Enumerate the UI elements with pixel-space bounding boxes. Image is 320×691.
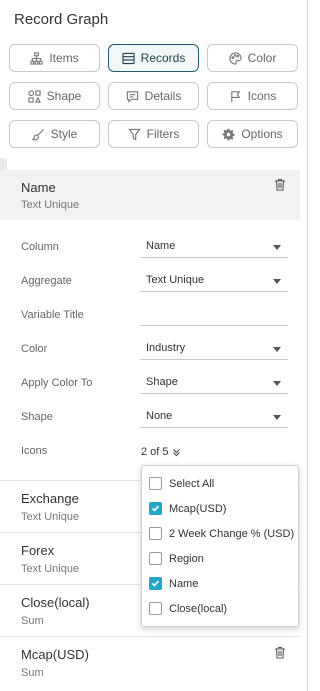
column-value: Name	[146, 240, 176, 252]
icons-value: 2 of 5	[141, 446, 169, 458]
record-item-mcap-usd[interactable]: Mcap(USD)	[21, 647, 89, 662]
column-select[interactable]: Name	[140, 236, 288, 258]
aggregate-label: Aggregate	[21, 275, 72, 287]
checkmark-icon	[151, 505, 160, 512]
variable-title-input[interactable]	[140, 304, 288, 326]
apply-color-to-select[interactable]: Shape	[140, 372, 288, 394]
aggregate-value: Text Unique	[146, 274, 205, 286]
option-close-local[interactable]: Close(local)	[149, 602, 227, 615]
selected-record-header[interactable]	[0, 170, 300, 220]
column-label: Column	[21, 241, 59, 253]
option-mcap-usd[interactable]: Mcap(USD)	[149, 502, 226, 515]
gear-icon	[222, 128, 235, 140]
divider	[0, 636, 300, 637]
double-chevron-down-icon	[172, 448, 180, 456]
tab-color[interactable]: Color	[207, 44, 298, 72]
tab-filters-label: Filters	[146, 127, 180, 141]
tab-style-label: Style	[50, 127, 78, 141]
option-label: Mcap(USD)	[169, 502, 227, 515]
color-value: Industry	[146, 342, 186, 354]
tab-style[interactable]: Style	[9, 120, 100, 148]
chevron-down-icon	[273, 279, 281, 284]
selected-record-aggregate: Text Unique	[21, 199, 80, 211]
apply-color-to-value: Shape	[146, 376, 178, 388]
record-item-close-local[interactable]: Close(local)	[21, 595, 90, 610]
details-icon	[126, 90, 138, 103]
color-select[interactable]: Industry	[140, 338, 288, 360]
brush-icon	[31, 128, 44, 140]
tab-options[interactable]: Options	[207, 120, 298, 148]
palette-icon	[229, 51, 242, 65]
tab-items-label: Items	[49, 51, 79, 65]
option-label: Close(local)	[169, 602, 228, 615]
chevron-down-icon	[273, 381, 281, 386]
option-2-week-change[interactable]: 2 Week Change % (USD)	[149, 527, 294, 540]
aggregate-select[interactable]: Text Unique	[140, 270, 288, 292]
panel-title: Record Graph	[14, 11, 109, 28]
chevron-down-icon	[273, 415, 281, 420]
tab-shape-label: Shape	[46, 89, 82, 103]
trash-icon[interactable]	[274, 178, 286, 191]
checkbox[interactable]	[149, 552, 162, 565]
shape-label: Shape	[21, 411, 53, 423]
checkbox-checked[interactable]	[149, 577, 162, 590]
icons-label: Icons	[21, 445, 48, 457]
option-label: Region	[169, 552, 204, 565]
divider	[0, 158, 7, 170]
tab-color-label: Color	[247, 51, 277, 65]
tab-filters[interactable]: Filters	[108, 120, 199, 148]
filter-icon	[127, 128, 141, 141]
tab-items[interactable]: Items	[9, 44, 100, 72]
tab-icons-label: Icons	[247, 89, 277, 103]
record-item-aggregate: Text Unique	[21, 563, 80, 575]
records-icon	[122, 52, 135, 64]
variable-title-label: Variable Title	[21, 309, 84, 321]
record-item-aggregate: Sum	[21, 615, 44, 627]
record-item-forex[interactable]: Forex	[21, 543, 54, 558]
shape-value: None	[146, 410, 173, 422]
checkbox[interactable]	[149, 527, 162, 540]
shape-icon	[28, 89, 41, 103]
option-label: Select All	[169, 477, 215, 490]
option-name[interactable]: Name	[149, 577, 198, 590]
tab-records-label: Records	[140, 51, 186, 65]
record-item-aggregate: Text Unique	[21, 511, 80, 523]
option-region[interactable]: Region	[149, 552, 204, 565]
chevron-down-icon	[273, 347, 281, 352]
shape-select[interactable]: None	[140, 406, 288, 428]
option-label: Name	[169, 577, 199, 590]
tab-shape[interactable]: Shape	[9, 82, 100, 110]
color-label: Color	[21, 343, 48, 355]
record-graph-settings-panel: Record Graph Items Records Color Shape D…	[0, 0, 308, 691]
icons-dropdown: Select All Mcap(USD) 2 Week Change % (US…	[141, 465, 299, 627]
tab-details-label: Details	[144, 89, 182, 103]
hierarchy-icon	[30, 51, 43, 65]
checkbox[interactable]	[149, 602, 162, 615]
record-item-exchange[interactable]: Exchange	[21, 491, 79, 506]
checkmark-icon	[151, 580, 160, 587]
tab-records[interactable]: Records	[108, 44, 199, 72]
tab-details[interactable]: Details	[108, 82, 199, 110]
checkbox-checked[interactable]	[149, 502, 162, 515]
record-item-aggregate: Sum	[21, 667, 44, 679]
flag-icon	[230, 90, 240, 102]
checkbox[interactable]	[149, 477, 162, 490]
apply-color-to-label: Apply Color To	[21, 377, 93, 389]
tab-icons[interactable]: Icons	[207, 82, 298, 110]
trash-icon[interactable]	[274, 646, 286, 659]
selected-record-name: Name	[21, 180, 56, 195]
option-select-all[interactable]: Select All	[149, 477, 214, 490]
chevron-down-icon	[273, 245, 281, 250]
option-label: 2 Week Change % (USD)	[169, 527, 295, 540]
tab-options-label: Options	[241, 127, 283, 141]
icons-multiselect[interactable]: 2 of 5	[141, 446, 181, 458]
settings-tab-grid: Items Records Color Shape Details Icons …	[9, 44, 299, 148]
